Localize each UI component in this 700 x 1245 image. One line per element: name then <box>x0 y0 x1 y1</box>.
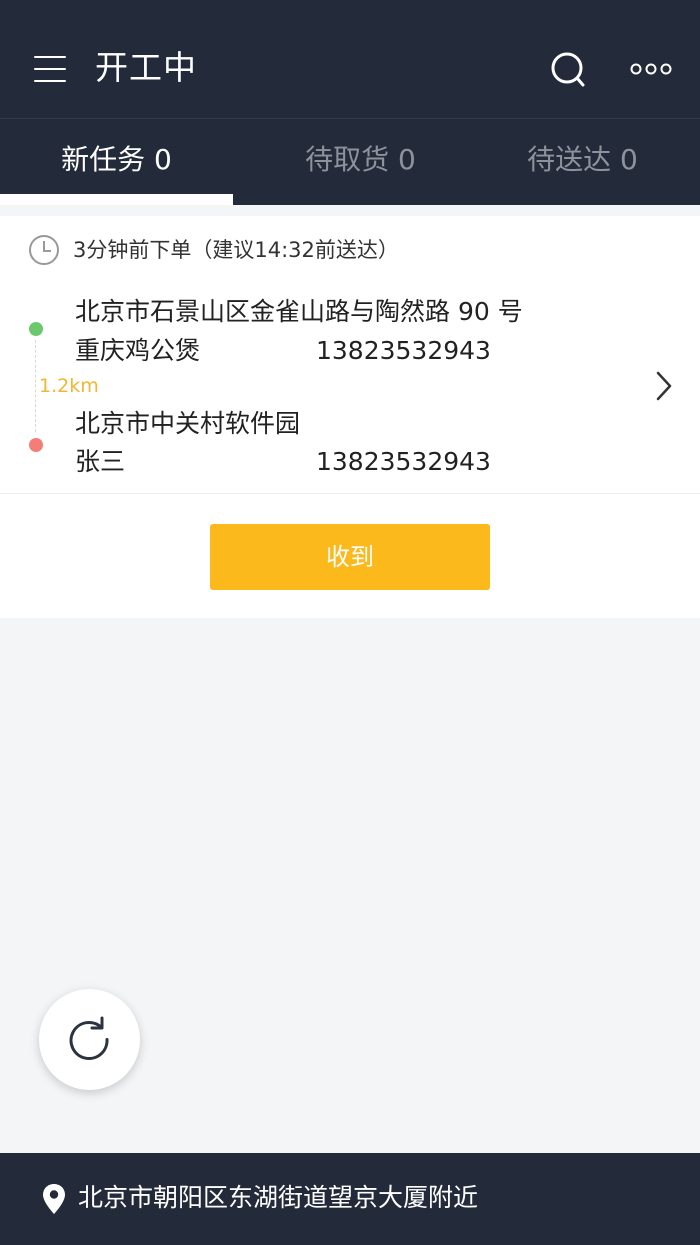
current-location-text: 北京市朝阳区东湖街道望京大厦附近 <box>78 1183 479 1212</box>
location-pin-icon <box>42 1183 66 1215</box>
tab-awaiting-delivery[interactable]: 待送达 0 <box>466 119 699 206</box>
dropoff-name: 张三 <box>75 447 126 476</box>
clock-icon <box>28 234 60 266</box>
chevron-right-icon[interactable] <box>653 369 675 403</box>
dropoff-phone: 13823532943 <box>316 447 491 476</box>
distance-label: 1.2km <box>39 374 99 398</box>
refresh-button[interactable] <box>39 989 140 1090</box>
menu-icon[interactable] <box>34 56 66 82</box>
tab-new-tasks[interactable]: 新任务 0 <box>0 119 233 206</box>
route-line <box>35 340 36 432</box>
active-tab-indicator <box>0 194 233 205</box>
pickup-phone: 13823532943 <box>316 336 491 365</box>
dropoff-address: 北京市中关村软件园 <box>75 409 301 438</box>
receive-button[interactable]: 收到 <box>210 524 490 590</box>
more-icon[interactable] <box>630 61 672 77</box>
tab-awaiting-pickup[interactable]: 待取货 0 <box>244 119 477 206</box>
pickup-dot <box>29 322 43 336</box>
order-time-text: 3分钟前下单（建议14:32前送达） <box>73 238 399 262</box>
dropoff-dot <box>29 438 43 452</box>
page-title: 开工中 <box>95 48 197 87</box>
card-divider <box>0 493 700 494</box>
top-bar: 开工中 <box>0 0 700 118</box>
pickup-name: 重庆鸡公煲 <box>75 336 201 365</box>
task-tabs: 新任务 0 待取货 0 待送达 0 <box>0 118 700 205</box>
search-icon[interactable] <box>550 51 586 89</box>
pickup-address: 北京市石景山区金雀山路与陶然路 90 号 <box>75 297 523 326</box>
refresh-icon <box>69 1016 109 1060</box>
